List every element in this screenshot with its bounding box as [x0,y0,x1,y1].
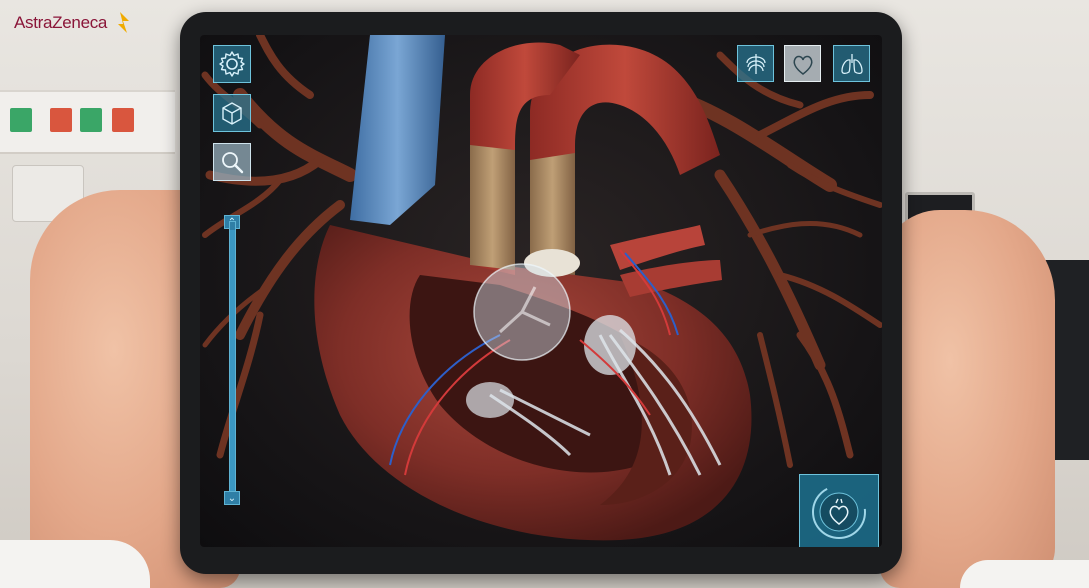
magnifier-icon [222,152,244,174]
zoom-slider[interactable] [229,221,236,501]
3d-view-button[interactable] [213,94,251,132]
wall-indicator [112,108,134,132]
right-sleeve [960,560,1089,588]
papillary-muscle [466,382,514,418]
chevron-down-icon: ⌄ [227,492,237,504]
heart-rotate-button[interactable] [799,474,879,547]
heart-3d-model[interactable] [200,35,882,547]
wall-indicator [80,108,102,132]
lungs-icon [840,53,863,74]
vena-cava [350,35,445,225]
view-lungs-button[interactable] [833,45,870,82]
left-sleeve [0,540,150,588]
view-heart-button[interactable] [784,45,821,82]
zoom-slider-fill [230,230,235,500]
brand-logo: AstraZeneca [14,12,131,34]
zoom-out-handle[interactable]: ⌄ [224,491,240,505]
heart-icon [793,55,812,75]
ribcage-icon [745,53,766,74]
view-ribcage-button[interactable] [737,45,774,82]
right-hand [880,210,1055,588]
heart-rotate-icon [812,485,866,539]
settings-button[interactable] [213,45,251,83]
zoom-button[interactable] [213,143,251,181]
cube-icon [222,102,242,125]
wall-panel [0,90,175,154]
brand-mark-icon [118,12,130,33]
gear-icon [219,51,245,77]
vessel-wall [470,145,515,270]
wall-indicator [50,108,72,132]
wall-indicator [10,108,32,132]
tablet-screen[interactable]: ⌃ ⌄ [200,35,882,547]
brand-name: AstraZeneca [14,13,108,32]
